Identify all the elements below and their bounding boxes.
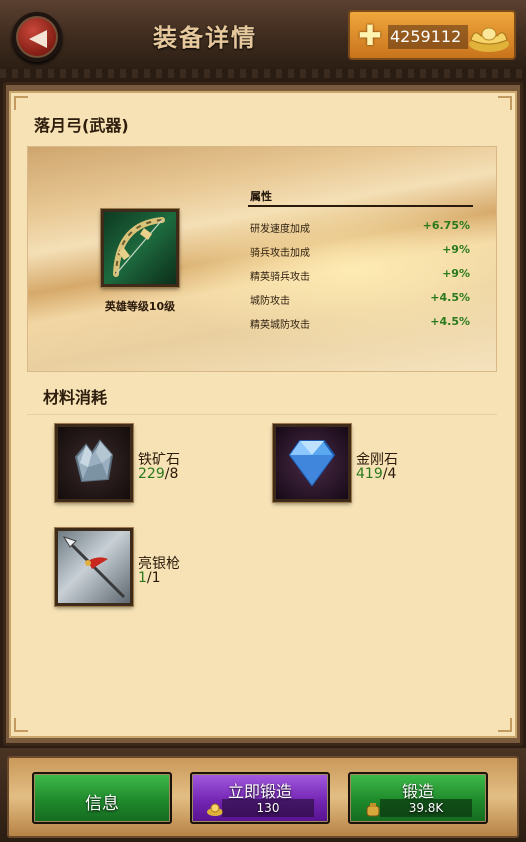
attribute-row: 研发速度加成 +6.75%: [250, 218, 472, 236]
attribute-row: 精英城防攻击 +4.5%: [250, 314, 472, 332]
attribute-value: +4.5%: [430, 315, 470, 328]
hero-level-requirement: 英雄等级10级: [104, 300, 176, 313]
gold-currency[interactable]: ✚ 4259112: [348, 10, 516, 60]
attribute-row: 骑兵攻击加成 +9%: [250, 242, 472, 260]
attribute-name: 精英城防攻击: [250, 320, 310, 331]
material-need: 1: [151, 570, 161, 586]
attribute-value: +9%: [442, 243, 470, 256]
material-count: 1/1: [138, 570, 161, 586]
attributes-header: 属性: [250, 190, 272, 203]
diamond-icon[interactable]: [272, 423, 352, 503]
diamond-graphic: [288, 440, 336, 487]
material-have: 419: [356, 466, 383, 482]
material-need: 8: [169, 466, 179, 482]
iron-ore-graphic: [74, 439, 114, 483]
material-need: 4: [387, 466, 397, 482]
gold-amount: 4259112: [388, 25, 468, 49]
panel-corner: [14, 718, 28, 732]
material-have: 1: [138, 570, 147, 586]
attribute-row: 精英骑兵攻击 +9%: [250, 266, 472, 284]
spear-icon[interactable]: [54, 527, 134, 607]
material-count: 419/4: [356, 466, 397, 482]
info-button-label: 信息: [85, 794, 119, 814]
attribute-value: +9%: [442, 267, 470, 280]
bow-graphic: [113, 217, 165, 277]
iron-ore-icon[interactable]: [54, 423, 134, 503]
panel-corner: [498, 718, 512, 732]
attribute-value: +4.5%: [430, 291, 470, 304]
attribute-name: 城防攻击: [250, 296, 290, 307]
attributes-divider: [248, 205, 473, 207]
item-title: 落月弓(武器): [34, 116, 129, 135]
forge-button[interactable]: 锻造 39.8K: [348, 772, 488, 824]
plus-icon[interactable]: ✚: [356, 22, 384, 50]
instant-forge-cost: 130: [222, 799, 314, 817]
attribute-name: 骑兵攻击加成: [250, 248, 310, 259]
panel-corner: [14, 96, 28, 110]
materials-title: 材料消耗: [43, 388, 108, 407]
gold-ingot-icon: [469, 27, 509, 52]
attribute-name: 精英骑兵攻击: [250, 272, 310, 283]
spear-graphic: [62, 536, 126, 599]
attribute-row: 城防攻击 +4.5%: [250, 290, 472, 308]
attribute-value: +6.75%: [422, 219, 470, 232]
info-button[interactable]: 信息: [32, 772, 172, 824]
attribute-name: 研发速度加成: [250, 224, 310, 235]
instant-forge-button[interactable]: 立即锻造 130: [190, 772, 330, 824]
bow-icon[interactable]: [100, 208, 180, 288]
panel-corner: [498, 96, 512, 110]
material-have: 229: [138, 466, 165, 482]
material-count: 229/8: [138, 466, 179, 482]
forge-cost: 39.8K: [380, 799, 472, 817]
